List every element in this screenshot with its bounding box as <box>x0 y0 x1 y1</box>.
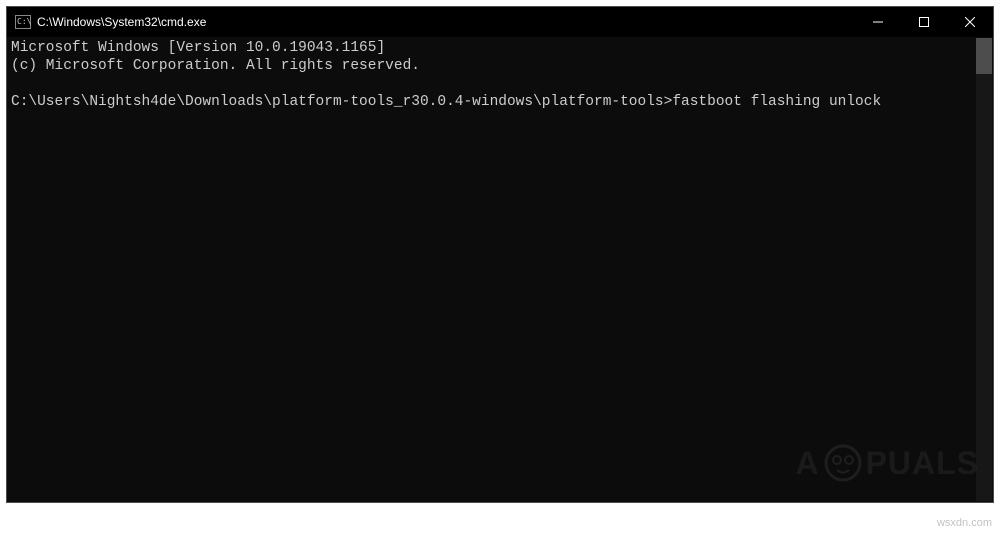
site-watermark: wsxdn.com <box>937 517 992 529</box>
window-controls <box>855 7 993 37</box>
terminal-output: Microsoft Windows [Version 10.0.19043.11… <box>7 37 993 502</box>
cmd-icon: C:\ <box>15 15 31 29</box>
window-title: C:\Windows\System32\cmd.exe <box>37 7 206 37</box>
maximize-button[interactable] <box>901 7 947 37</box>
vertical-scrollbar[interactable] <box>976 38 992 501</box>
close-button[interactable] <box>947 7 993 37</box>
minimize-icon <box>873 17 883 27</box>
minimize-button[interactable] <box>855 7 901 37</box>
svg-text:C:\: C:\ <box>17 17 31 26</box>
output-line: (c) Microsoft Corporation. All rights re… <box>11 58 420 74</box>
maximize-icon <box>919 17 929 27</box>
terminal-area[interactable]: Microsoft Windows [Version 10.0.19043.11… <box>7 37 993 502</box>
command-text[interactable]: fastboot flashing unlock <box>672 94 881 110</box>
close-icon <box>965 17 975 27</box>
prompt-text: C:\Users\Nightsh4de\Downloads\platform-t… <box>11 94 672 110</box>
titlebar[interactable]: C:\ C:\Windows\System32\cmd.exe <box>7 7 993 37</box>
titlebar-left: C:\ C:\Windows\System32\cmd.exe <box>7 7 206 37</box>
scrollbar-thumb[interactable] <box>976 38 992 74</box>
cmd-window: C:\ C:\Windows\System32\cmd.exe <box>6 6 994 503</box>
output-line: Microsoft Windows [Version 10.0.19043.11… <box>11 40 385 56</box>
